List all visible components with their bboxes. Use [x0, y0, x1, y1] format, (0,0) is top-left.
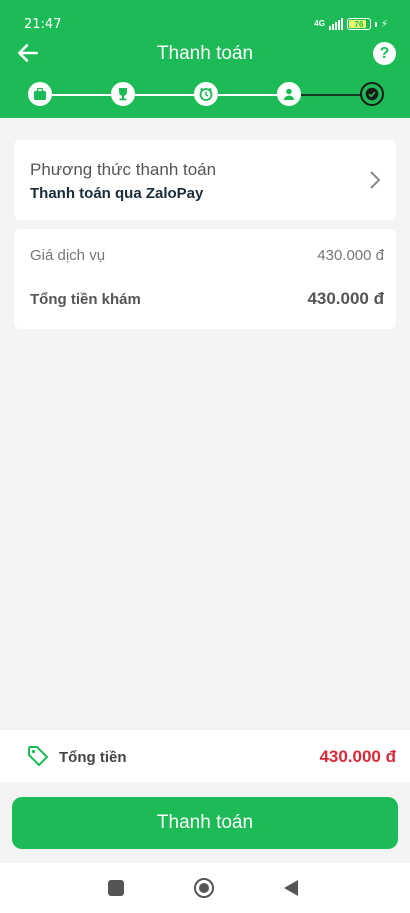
exam-total-row: Tổng tiền khám 430.000 đ [30, 289, 384, 309]
total-value: 430.000 đ [319, 747, 396, 766]
payment-method-value: Thanh toán qua ZaloPay [30, 185, 204, 202]
step-specialty [111, 82, 135, 106]
progress-steps [28, 82, 384, 108]
exam-total-label: Tổng tiền khám [30, 290, 141, 308]
exam-total-value: 430.000 đ [307, 289, 384, 308]
price-summary-card: Giá dịch vụ 430.000 đ Tổng tiền khám 430… [14, 229, 396, 329]
back-arrow-icon[interactable] [15, 40, 41, 66]
step-connector [52, 94, 112, 96]
back-nav-icon[interactable] [284, 880, 298, 896]
step-time [194, 82, 218, 106]
help-icon[interactable]: ? [373, 42, 396, 65]
page-title: Thanh toán [156, 43, 254, 64]
step-service [28, 82, 52, 106]
price-tag-icon [28, 746, 48, 766]
service-price-value: 430.000 đ [317, 247, 384, 264]
payment-method-label: Phương thức thanh toán [30, 160, 217, 179]
clock-icon [199, 87, 213, 101]
trophy-icon [119, 88, 127, 101]
pay-button[interactable]: Thanh toán [12, 797, 398, 849]
chevron-right-icon [370, 171, 381, 189]
status-time: 21:47 [24, 16, 62, 32]
recents-icon[interactable] [108, 880, 124, 896]
payment-method-card[interactable]: Phương thức thanh toán Thanh toán qua Za… [14, 140, 396, 220]
status-bar: 21:47 4G 76 ⚡ [24, 14, 388, 34]
step-patient [277, 82, 301, 106]
service-price-label: Giá dịch vụ [30, 247, 106, 264]
step-payment [360, 82, 384, 106]
step-connector [218, 94, 278, 96]
battery-icon: 76 [346, 18, 371, 30]
signal-icon [328, 18, 343, 30]
total-bar: Tổng tiền 430.000 đ [0, 729, 410, 782]
app-header: 21:47 4G 76 ⚡ Thanh toán ? [0, 0, 410, 118]
service-price-row: Giá dịch vụ 430.000 đ [30, 247, 384, 264]
step-connector [135, 94, 195, 96]
top-bar: Thanh toán ? [0, 36, 410, 72]
briefcase-icon [34, 87, 46, 100]
system-nav-bar [0, 863, 410, 913]
step-connector [301, 94, 361, 96]
battery-level: 76 [354, 19, 364, 29]
action-area: Thanh toán [0, 783, 410, 863]
check-icon [365, 87, 379, 101]
person-icon [283, 88, 295, 100]
status-icons: 4G 76 ⚡ [314, 18, 388, 30]
total-label: Tổng tiền [59, 749, 127, 766]
network-type: 4G [314, 19, 325, 28]
battery-tip [374, 21, 377, 27]
home-icon[interactable] [194, 878, 214, 898]
charging-icon: ⚡ [380, 18, 388, 30]
